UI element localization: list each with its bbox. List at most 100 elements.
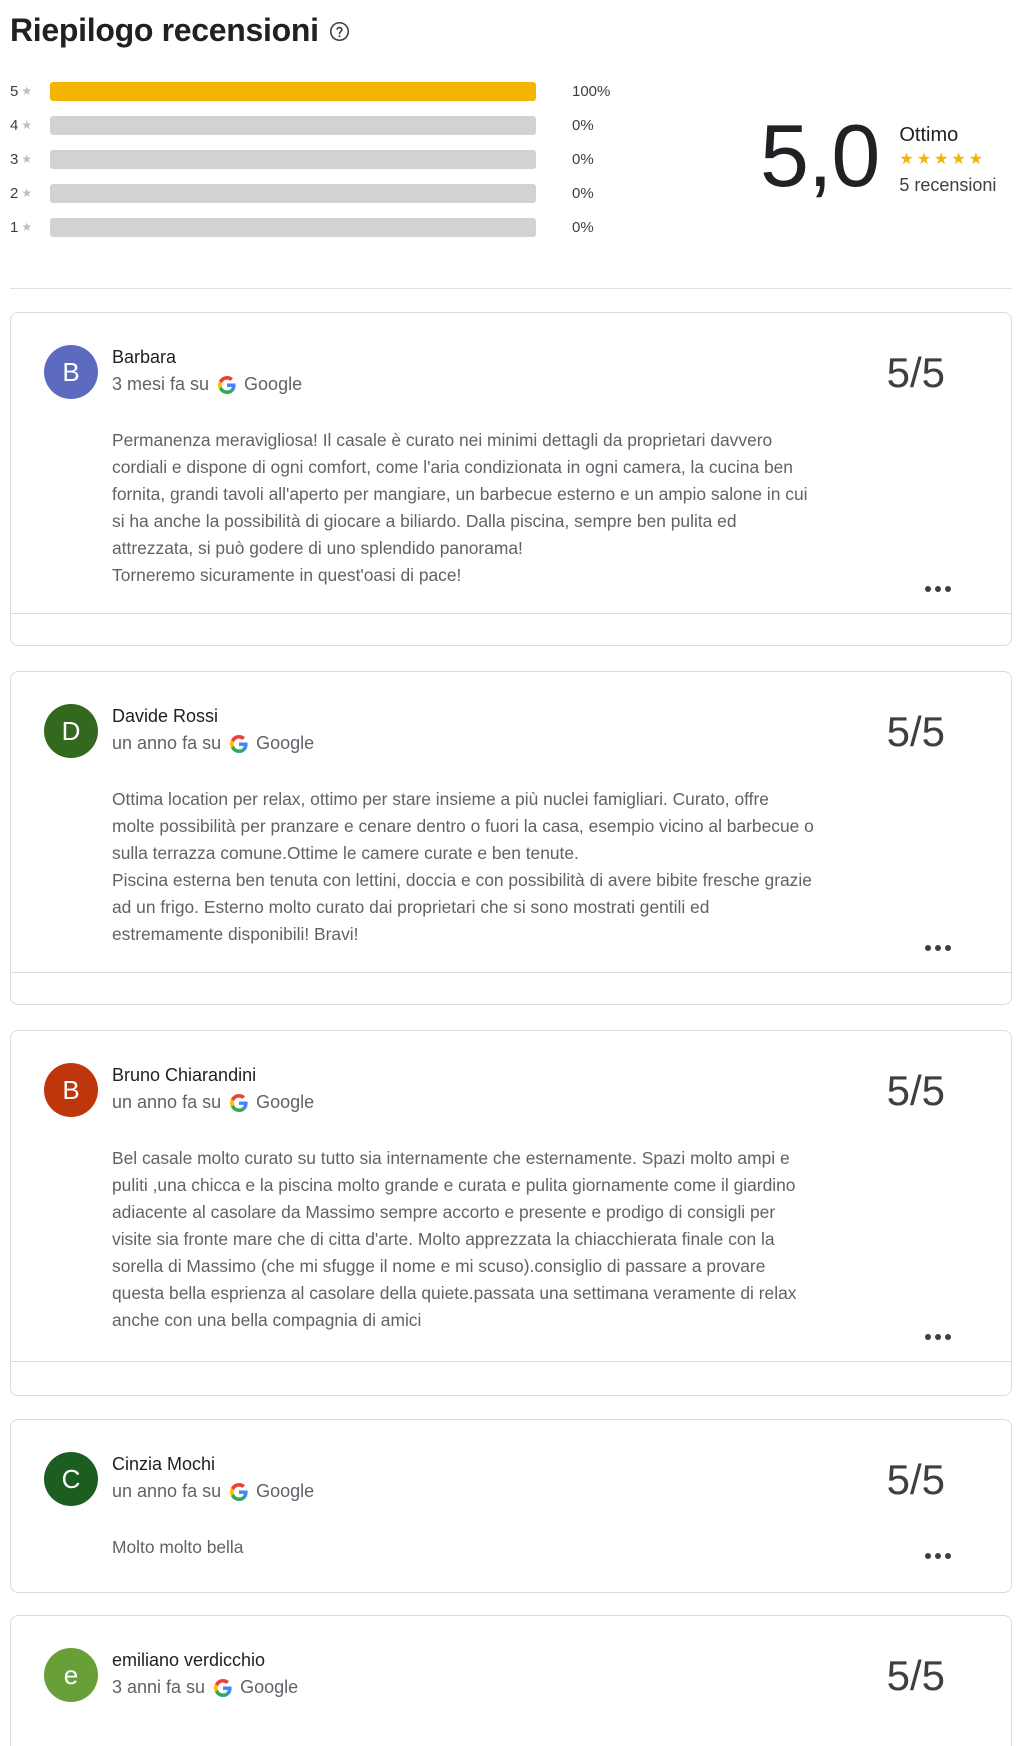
summary-header: Riepilogo recensioni [10,12,350,49]
review-time: 3 mesi fa su [112,374,210,394]
more-dot [945,945,951,951]
distribution-label: 4 ★ [10,117,36,134]
overall-rating: 5,0 Ottimo ★ ★ ★ ★ ★ 5 recensioni [760,112,996,200]
review-card: C Cinzia Mochi un anno fa su Google 5/5 Molto… [10,1419,1012,1593]
review-time: un anno fa su [112,733,222,753]
distribution-label: 5 ★ [10,83,36,100]
more-dot [935,945,941,951]
star-icon: ★ [21,220,33,234]
distribution-percent: 0% [572,184,594,202]
star-icon: ★ [968,151,984,168]
review-card: D Davide Rossi un anno fa su Google 5/5 Ottim… [10,671,1012,1005]
review-source: Google [256,733,315,753]
more-dot [925,945,931,951]
rating-word: Ottimo [899,124,959,146]
review-author[interactable]: Barbara [112,347,176,368]
avatar[interactable]: C [44,1452,98,1506]
overall-meta: Ottimo ★ ★ ★ ★ ★ 5 recensioni [899,124,996,196]
distribution-label: 2 ★ [10,185,36,202]
review-author[interactable]: Davide Rossi [112,706,218,727]
review-author[interactable]: emiliano verdicchio [112,1650,265,1671]
review-card: B Bruno Chiarandini un anno fa su Google 5/5… [10,1030,1012,1396]
review-source: Google [240,1677,299,1697]
avatar[interactable]: D [44,704,98,758]
more-horizontal-icon[interactable] [925,944,951,952]
review-text: Bel casale molto curato su tutto sia int… [112,1148,797,1330]
google-g-icon [214,1678,232,1697]
google-g-icon [230,1093,248,1112]
review-text: Permanenza meravigliosa! Il casale è cur… [112,430,808,585]
review-author[interactable]: Cinzia Mochi [112,1454,215,1475]
distribution-stars-value: 1 [10,218,19,236]
more-dot [945,586,951,592]
review-card: B Barbara 3 mesi fa su Google 5/5 Permanenza … [10,312,1012,646]
review-source: Google [244,374,303,394]
review-score: 5/5 [886,1652,945,1699]
distribution-bar [50,81,536,101]
more-dot [945,1334,951,1340]
more-dot [945,1553,951,1559]
review-footer-divider [11,613,1011,614]
review-source: Google [256,1092,315,1112]
distribution-bar-fill [50,81,536,101]
more-dot [935,586,941,592]
review-footer-divider [11,972,1011,973]
review-meta: un anno fa su Google [112,733,314,754]
google-g-icon [230,734,248,753]
review-source: Google [256,1481,315,1501]
star-icon: ★ [21,186,33,200]
review-score: 5/5 [886,1456,945,1503]
overall-stars: ★ ★ ★ ★ ★ [899,151,996,169]
more-dot [925,586,931,592]
star-icon: ★ [916,151,932,168]
avatar[interactable]: e [44,1648,98,1702]
distribution-bar [50,115,536,135]
star-icon: ★ [899,151,914,168]
more-horizontal-icon[interactable] [925,1333,951,1341]
summary-divider [10,288,1012,289]
review-card: e emiliano verdicchio 3 anni fa su Google 5/… [10,1615,1012,1746]
distribution-row: 3 ★ 0% [10,142,620,176]
star-icon: ★ [934,151,949,168]
star-icon: ★ [21,118,33,132]
review-score: 5/5 [886,349,945,396]
review-meta: un anno fa su Google [112,1481,314,1502]
distribution-row: 2 ★ 0% [10,176,620,210]
rating-distribution: 5 ★ 100% 4 ★ 0% 3 ★ 0% 2 ★ 0% 1 ★ 0% [10,74,620,244]
star-icon: ★ [21,84,33,98]
review-time: 3 anni fa su [112,1677,206,1697]
more-horizontal-icon[interactable] [925,1552,951,1560]
star-icon: ★ [21,152,33,166]
more-dot [935,1553,941,1559]
reviews-page: Riepilogo recensioni 5 ★ 100% 4 ★ 0% 3 ★ 0% 2 ★ 0% 1… [0,0,1024,1746]
review-meta: 3 anni fa su Google [112,1677,298,1698]
more-dot [935,1334,941,1340]
avatar[interactable]: B [44,1063,98,1117]
distribution-stars-value: 2 [10,184,19,202]
review-score: 5/5 [886,708,945,755]
distribution-percent: 0% [572,116,594,134]
distribution-bar [50,217,536,237]
review-author[interactable]: Bruno Chiarandini [112,1065,256,1086]
distribution-row: 4 ★ 0% [10,108,620,142]
google-g-icon [230,1482,248,1501]
page-title: Riepilogo recensioni [10,12,319,48]
distribution-percent: 100% [572,82,611,100]
review-score: 5/5 [886,1067,945,1114]
distribution-label: 3 ★ [10,151,36,168]
review-time: un anno fa su [112,1481,222,1501]
help-circle-icon[interactable] [329,21,350,42]
distribution-stars-value: 3 [10,150,19,168]
more-dot [925,1553,931,1559]
more-horizontal-icon[interactable] [925,585,951,593]
review-meta: 3 mesi fa su Google [112,374,302,395]
distribution-percent: 0% [572,218,594,236]
distribution-label: 1 ★ [10,219,36,236]
distribution-row: 1 ★ 0% [10,210,620,244]
review-footer-divider [11,1361,1011,1362]
distribution-stars-value: 4 [10,116,19,134]
distribution-bar [50,149,536,169]
more-dot [925,1334,931,1340]
avatar[interactable]: B [44,345,98,399]
google-g-icon [218,375,236,394]
